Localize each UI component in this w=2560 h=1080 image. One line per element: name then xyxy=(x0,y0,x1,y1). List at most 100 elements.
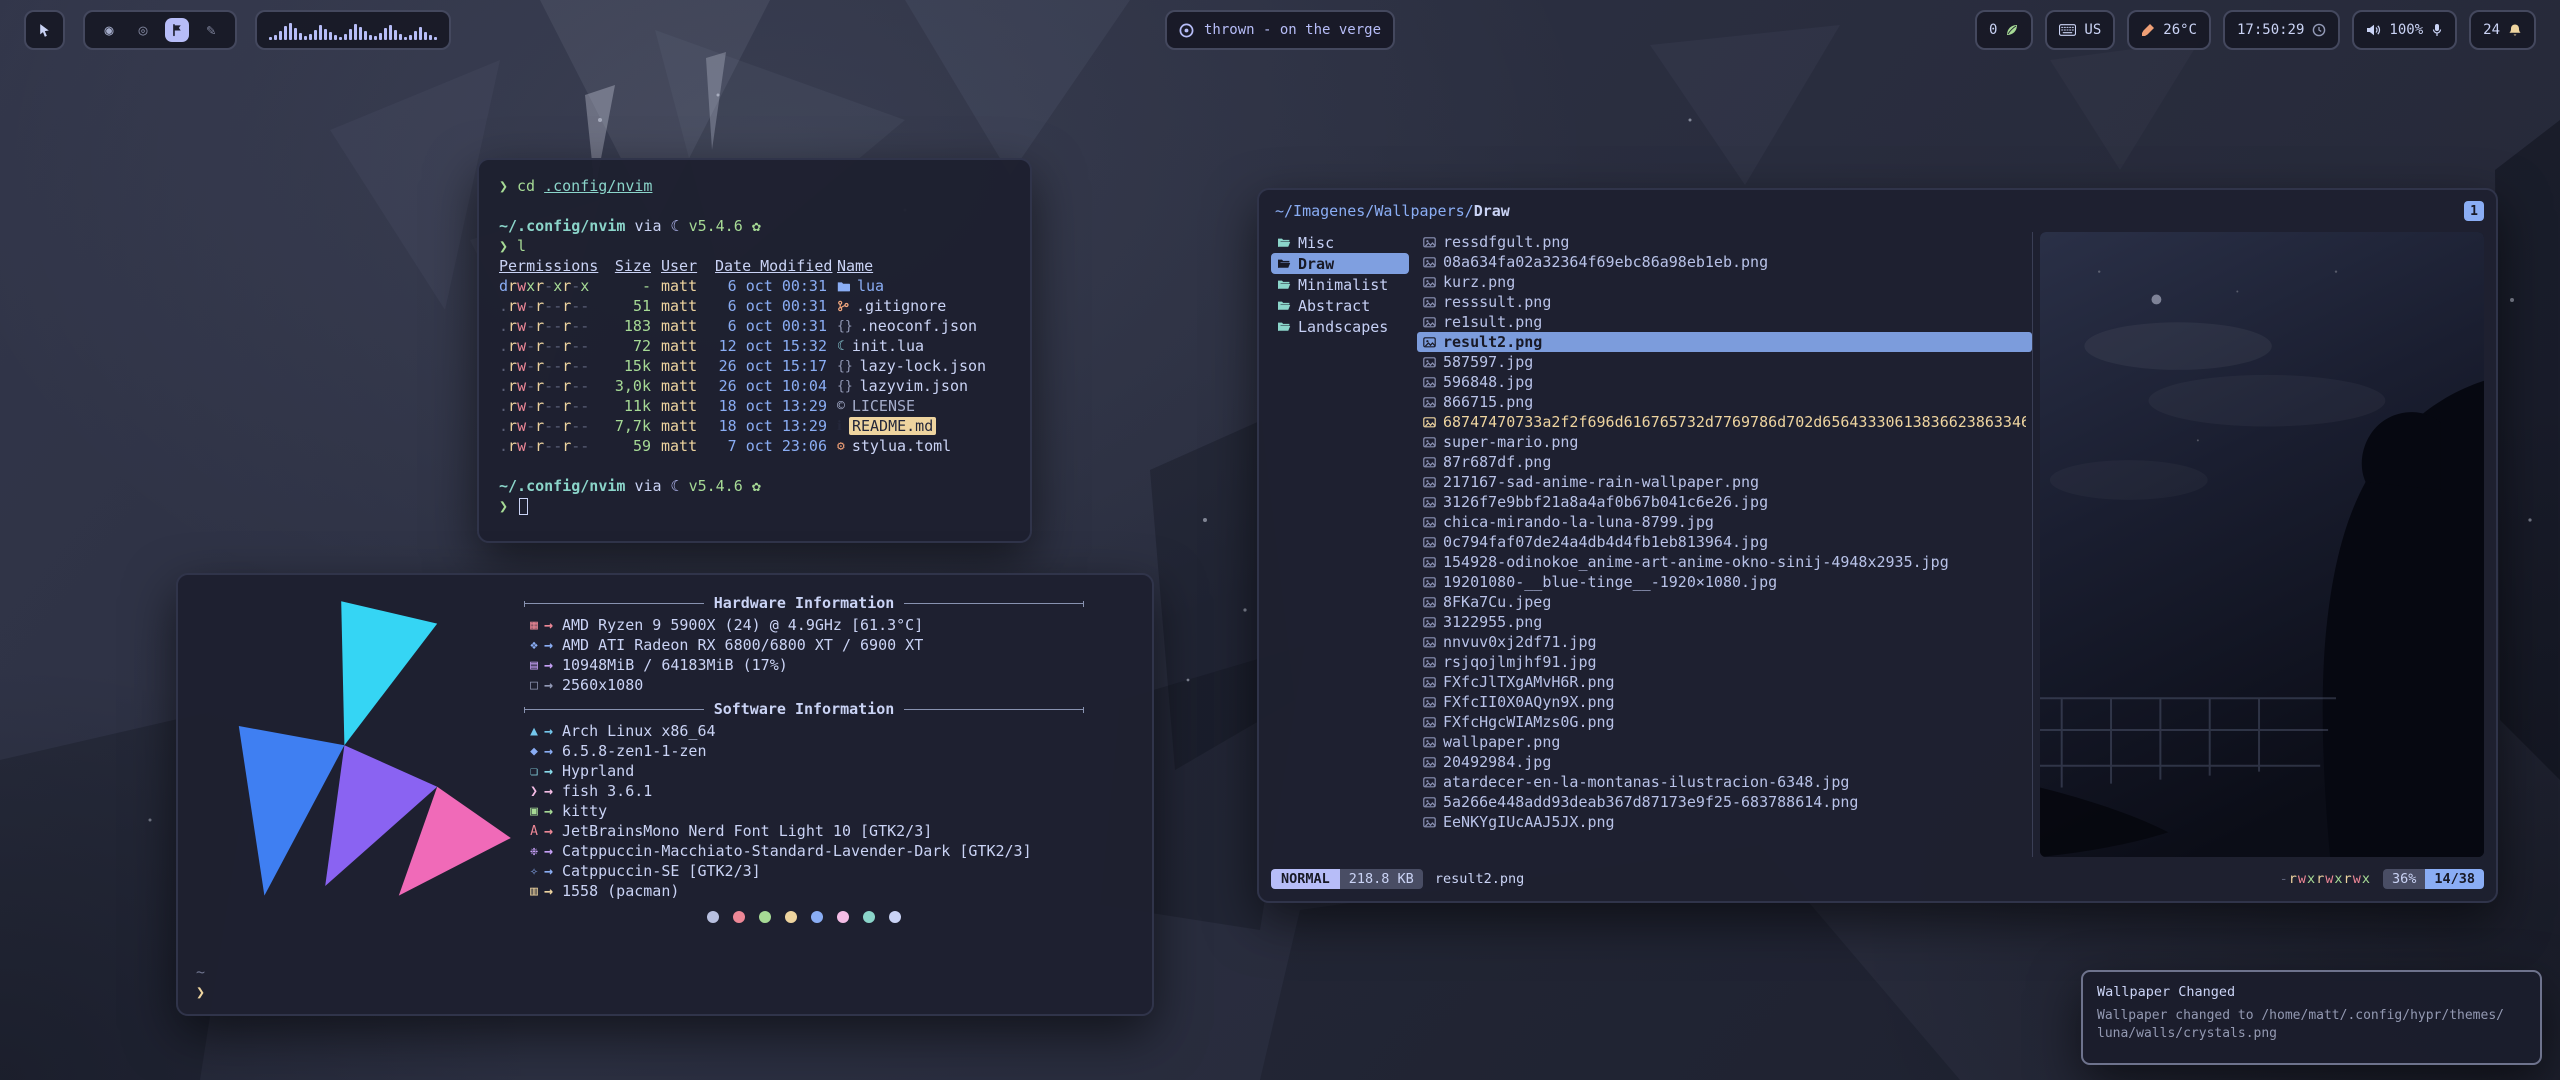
image-icon xyxy=(1423,516,1436,529)
spec-text: 1558 (pacman) xyxy=(562,882,1136,900)
cava-bar xyxy=(314,30,317,40)
updates-module[interactable]: 0 xyxy=(1975,10,2033,50)
launcher-button[interactable] xyxy=(24,10,65,50)
file-entry[interactable]: 08a634fa02a32364f69ebc86a98eb1eb.png xyxy=(1417,252,2032,272)
file-list: ressdfgult.png08a634fa02a32364f69ebc86a9… xyxy=(1409,232,2032,857)
file-entry[interactable]: FXfcII0X0AQyn9X.png xyxy=(1417,692,2032,712)
file-entry[interactable]: wallpaper.png xyxy=(1417,732,2032,752)
file-entry[interactable]: 217167-sad-anime-rain-wallpaper.png xyxy=(1417,472,2032,492)
file-entry[interactable]: FXfcJlTXgAMvH6R.png xyxy=(1417,672,2032,692)
file-entry-name: 19201080-__blue-tinge__-1920×1080.jpg xyxy=(1443,573,1777,591)
cava-bar xyxy=(354,24,357,40)
cava-bar xyxy=(304,36,307,40)
image-icon xyxy=(1423,676,1436,689)
palette-dot xyxy=(707,911,719,923)
sidebar-folder-draw[interactable]: Draw xyxy=(1271,253,1409,274)
file-entry[interactable]: 3122955.png xyxy=(1417,612,2032,632)
spec-icon: ✧ xyxy=(524,864,544,879)
fetch-info-line: ▥→1558 (pacman) xyxy=(524,881,1136,901)
file-entry[interactable]: 0c794faf07de24a4db4d4fb1eb813964.jpg xyxy=(1417,532,2032,552)
cava-bars xyxy=(269,20,437,40)
arrow-icon: → xyxy=(544,616,562,634)
file-entry[interactable]: 596848.jpg xyxy=(1417,372,2032,392)
spec-text: 2560x1080 xyxy=(562,676,1136,694)
folder-name: Landscapes xyxy=(1298,318,1388,336)
blank-line xyxy=(499,456,1010,476)
fetch-info-line: ❯→fish 3.6.1 xyxy=(524,781,1136,801)
fetch-info-line: ▲→Arch Linux x86_64 xyxy=(524,721,1136,741)
file-size: 11k xyxy=(624,397,651,415)
workspace-3[interactable] xyxy=(165,18,189,42)
file-entry[interactable]: 866715.png xyxy=(1417,392,2032,412)
notifications-module[interactable]: 24 xyxy=(2469,10,2536,50)
file-entry-name: ressdfgult.png xyxy=(1443,233,1569,251)
temperature-module[interactable]: 26°C xyxy=(2127,10,2211,50)
file-entry[interactable]: 5a266e448add93deab367d87173e9f25-6837886… xyxy=(1417,792,2032,812)
workspace-1[interactable]: ◉ xyxy=(97,18,121,42)
file-entry[interactable]: chica-mirando-la-luna-8799.jpg xyxy=(1417,512,2032,532)
workspace-2[interactable]: ◎ xyxy=(131,18,155,42)
image-icon xyxy=(1423,396,1436,409)
file-entry[interactable]: super-mario.png xyxy=(1417,432,2032,452)
file-entry[interactable]: 8FKa7Cu.jpeg xyxy=(1417,592,2032,612)
music-title: thrown - on the verge xyxy=(1204,22,1381,38)
file-name-text: .gitignore xyxy=(856,297,946,315)
file-entry[interactable]: FXfcHgcWIAMzs0G.png xyxy=(1417,712,2032,732)
file-name: ⚙stylua.toml xyxy=(837,437,1010,455)
ls-file-row: .rw-r--r--51matt6 oct 00:31.gitignore xyxy=(499,296,1010,316)
file-entry[interactable]: 3126f7e9bbf21a8a4af0b67b041c6e26.jpg xyxy=(1417,492,2032,512)
file-entry[interactable]: nnvuv0xj2df71.jpg xyxy=(1417,632,2032,652)
file-entry[interactable]: resssult.png xyxy=(1417,292,2032,312)
file-entry[interactable]: 154928-odinokoe_anime-art-anime-okno-sin… xyxy=(1417,552,2032,572)
file-entry[interactable]: kurz.png xyxy=(1417,272,2032,292)
file-entry-name: FXfcJlTXgAMvH6R.png xyxy=(1443,673,1615,691)
clock-module[interactable]: 17:50:29 xyxy=(2223,10,2340,50)
fetch-info-line: ◆→6.5.8-zen1-1-zen xyxy=(524,741,1136,761)
git-branch-icon xyxy=(837,300,849,312)
file-entry[interactable]: 68747470733a2f2f696d616765732d7769786d70… xyxy=(1417,412,2032,432)
fetch-terminal-window: Hardware Information ▦→AMD Ryzen 9 5900X… xyxy=(176,573,1154,1016)
image-icon xyxy=(1423,256,1436,269)
file-entry[interactable]: 587597.jpg xyxy=(1417,352,2032,372)
file-entry[interactable]: 20492984.jpg xyxy=(1417,752,2032,772)
file-entry[interactable]: 19201080-__blue-tinge__-1920×1080.jpg xyxy=(1417,572,2032,592)
path-prefix: ~/Imagenes/Wallpapers/ xyxy=(1275,202,1474,220)
file-name: lua xyxy=(837,277,1010,295)
clock-icon xyxy=(2312,23,2326,37)
keyboard-layout-module[interactable]: US xyxy=(2045,10,2115,50)
file-entry[interactable]: ressdfgult.png xyxy=(1417,232,2032,252)
image-icon xyxy=(1423,556,1436,569)
sidebar-folder-abstract[interactable]: Abstract xyxy=(1271,295,1409,316)
command-ls: l xyxy=(517,237,526,255)
terminal-cursor[interactable] xyxy=(519,498,528,515)
spec-text: JetBrainsMono Nerd Font Light 10 [GTK2/3… xyxy=(562,822,1136,840)
file-permissions: -rwxrwxrwx xyxy=(2280,871,2371,887)
volume-module[interactable]: 100% xyxy=(2352,10,2457,50)
cava-bar xyxy=(409,35,412,40)
notification-body-line: luna/walls/crystals.png xyxy=(2097,1025,2526,1043)
spec-icon: ◆ xyxy=(524,744,544,759)
file-entry[interactable]: 87r687df.png xyxy=(1417,452,2032,472)
file-size: 7,7k xyxy=(615,417,651,435)
file-entry-name: super-mario.png xyxy=(1443,433,1578,451)
file-entry[interactable]: re1sult.png xyxy=(1417,312,2032,332)
tab-indicator[interactable]: 1 xyxy=(2464,201,2484,221)
image-icon xyxy=(1423,596,1436,609)
file-owner: matt xyxy=(661,377,705,395)
file-entry[interactable]: result2.png xyxy=(1417,332,2032,352)
sidebar-folder-misc[interactable]: Misc xyxy=(1271,232,1409,253)
fetch-info-line: ▣→kitty xyxy=(524,801,1136,821)
arrow-icon: → xyxy=(544,782,562,800)
media-player-module[interactable]: thrown - on the verge xyxy=(1165,10,1395,50)
workspace-4[interactable]: ✎ xyxy=(199,18,223,42)
file-entry[interactable]: rsjqojlmjhf91.jpg xyxy=(1417,652,2032,672)
sidebar-folder-landscapes[interactable]: Landscapes xyxy=(1271,316,1409,337)
spec-icon: ❏ xyxy=(524,764,544,779)
file-entry[interactable]: EeNKYgIUcAAJ5JX.png xyxy=(1417,812,2032,832)
notification-popup[interactable]: Wallpaper Changed Wallpaper changed to /… xyxy=(2081,970,2542,1065)
cava-bar xyxy=(339,37,342,40)
cava-bar xyxy=(414,31,417,40)
palette-dot xyxy=(889,911,901,923)
file-entry[interactable]: atardecer-en-la-montanas-ilustracion-634… xyxy=(1417,772,2032,792)
sidebar-folder-minimalist[interactable]: Minimalist xyxy=(1271,274,1409,295)
